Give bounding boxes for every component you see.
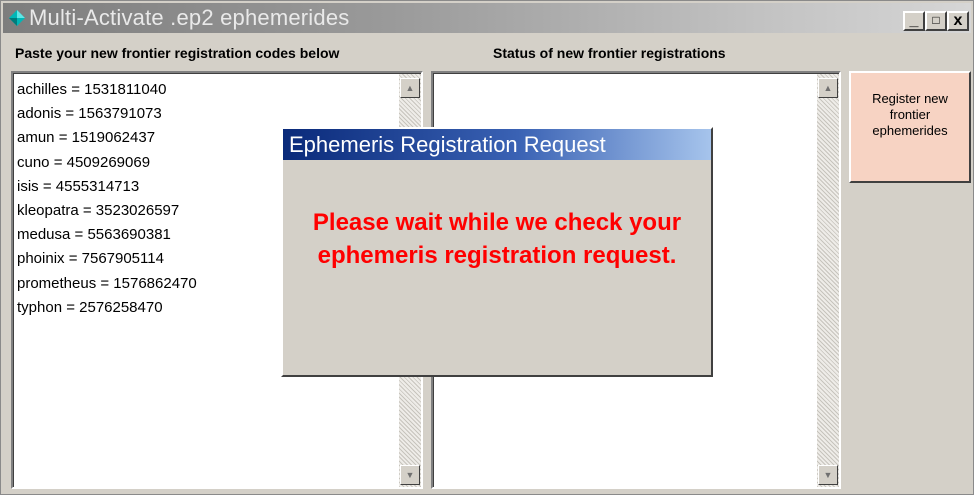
register-button-label: Register new frontier ephemerides	[872, 91, 948, 138]
code-line: isis = 4555314713	[17, 177, 140, 195]
code-line: prometheus = 1576862470	[17, 274, 197, 292]
registration-request-dialog: Ephemeris Registration Request Please wa…	[281, 127, 713, 377]
register-ephemerides-button[interactable]: Register new frontier ephemerides	[849, 71, 971, 183]
codes-label: Paste your new frontier registration cod…	[15, 45, 340, 61]
window-title: Multi-Activate .ep2 ephemerides	[29, 5, 350, 30]
code-line: cuno = 4509269069	[17, 153, 151, 171]
arrow-up-icon[interactable]: ▲	[400, 78, 420, 98]
arrow-down-icon[interactable]: ▼	[818, 465, 838, 485]
status-label: Status of new frontier registrations	[493, 45, 726, 61]
code-line: phoinix = 7567905114	[17, 250, 164, 268]
code-line: adonis = 1563791073	[17, 105, 162, 123]
close-button[interactable]: x	[947, 11, 969, 31]
codes-list: achilles = 1531811040 adonis = 156379107…	[17, 78, 197, 320]
code-line: amun = 1519062437	[17, 129, 156, 147]
code-line: achilles = 1531811040	[17, 81, 167, 98]
diamond-icon	[9, 10, 25, 26]
arrow-down-icon[interactable]: ▼	[400, 465, 420, 485]
maximize-button[interactable]: □	[925, 11, 947, 31]
code-line: kleopatra = 3523026597	[17, 202, 180, 220]
title-bar[interactable]: Multi-Activate .ep2 ephemerides _ □ x	[3, 3, 971, 33]
status-scrollbar[interactable]: ▲ ▼	[817, 74, 839, 487]
minimize-button[interactable]: _	[903, 11, 925, 31]
dialog-title[interactable]: Ephemeris Registration Request	[283, 129, 711, 160]
code-line: medusa = 5563690381	[17, 226, 171, 244]
main-window: Multi-Activate .ep2 ephemerides _ □ x Pa…	[0, 0, 974, 495]
arrow-up-icon[interactable]: ▲	[818, 78, 838, 98]
code-line: typhon = 2576258470	[17, 298, 163, 316]
dialog-message: Please wait while we check your ephemeri…	[312, 209, 682, 269]
